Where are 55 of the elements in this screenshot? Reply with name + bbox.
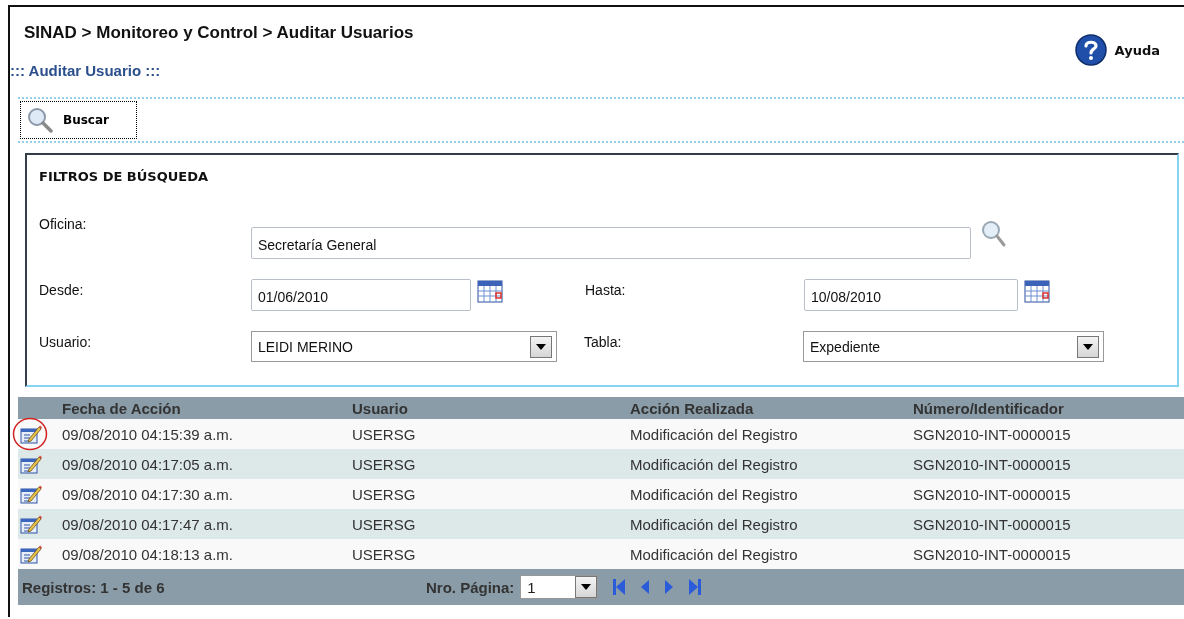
edit-icon[interactable] (20, 454, 42, 474)
table-cell-text: 09/08/2010 04:18:13 a.m. (62, 545, 234, 563)
search-icon (27, 107, 53, 133)
page-label: Nro. Página: (426, 578, 515, 596)
breadcrumb: SINAD > Monitoreo y Control > Auditar Usuarios (24, 23, 414, 43)
table-cell-text: SGN2010-INT-0000015 (913, 515, 1072, 533)
calendar-icon[interactable] (477, 279, 503, 303)
help-link[interactable]: Ayuda (1074, 33, 1160, 67)
table-cell-text: USERSG (352, 515, 417, 533)
column-header: Acción Realizada (630, 399, 755, 417)
help-icon (1074, 34, 1107, 66)
column-header: Usuario (352, 399, 409, 417)
edit-icon[interactable] (20, 424, 42, 444)
column-header: Fecha de Acción (62, 399, 182, 417)
table-cell-text: Modificación del Registro (630, 515, 799, 533)
calendar-icon[interactable] (1024, 279, 1050, 303)
table-cell-text: Modificación del Registro (630, 545, 799, 563)
table-dropdown[interactable]: Expediente (803, 331, 1104, 362)
dropdown-arrow-icon (581, 584, 592, 590)
table-cell-text: SGN2010-INT-0000015 (913, 425, 1072, 443)
table-cell-text: 09/08/2010 04:17:47 a.m. (62, 515, 234, 533)
page-dropdown[interactable]: 1 (520, 575, 599, 599)
table-cell-text: USERSG (352, 425, 417, 443)
date-field[interactable]: 10/08/2010 (804, 279, 1018, 311)
edit-icon[interactable] (20, 514, 42, 534)
table-cell-text: Modificación del Registro (630, 455, 799, 473)
user-dropdown[interactable]: LEIDI MERINO (251, 331, 557, 362)
edit-icon[interactable] (20, 544, 42, 564)
filter-title: FILTROS DE BÚSQUEDA (39, 169, 210, 184)
table-cell-text: USERSG (352, 545, 417, 563)
table-cell-text: 09/08/2010 04:15:39 a.m. (62, 425, 234, 443)
table-cell-text: Modificación del Registro (630, 485, 799, 503)
field-label: Oficina: (39, 216, 88, 232)
dropdown-arrow-icon (1083, 343, 1093, 350)
field-label: Tabla: (584, 333, 623, 350)
table-cell-text: 09/08/2010 04:17:30 a.m. (62, 485, 234, 503)
search-icon[interactable] (981, 220, 1007, 248)
office-field[interactable]: Secretaría General (251, 227, 971, 259)
field-label: Hasta: (585, 281, 627, 298)
page-subtitle: ::: Auditar Usuario ::: (10, 62, 162, 79)
field-label: Desde: (39, 281, 85, 298)
table-cell-text: 09/08/2010 04:17:05 a.m. (62, 455, 234, 473)
search-button[interactable]: Buscar (20, 101, 137, 139)
table-cell-text: SGN2010-INT-0000015 (913, 485, 1072, 503)
field-label: Usuario: (39, 333, 93, 350)
table-cell-text: USERSG (352, 485, 417, 503)
column-header: Número/Identificador (913, 399, 1065, 417)
table-cell-text: Modificación del Registro (630, 425, 799, 443)
table-cell-text: USERSG (352, 455, 417, 473)
record-count: Registros: 1 - 5 de 6 (21, 578, 166, 596)
table-cell-text: SGN2010-INT-0000015 (913, 545, 1072, 563)
dropdown-arrow-icon (536, 343, 546, 350)
date-field[interactable]: 01/06/2010 (251, 279, 471, 311)
table-cell-text: SGN2010-INT-0000015 (913, 455, 1072, 473)
edit-icon[interactable] (20, 484, 42, 504)
